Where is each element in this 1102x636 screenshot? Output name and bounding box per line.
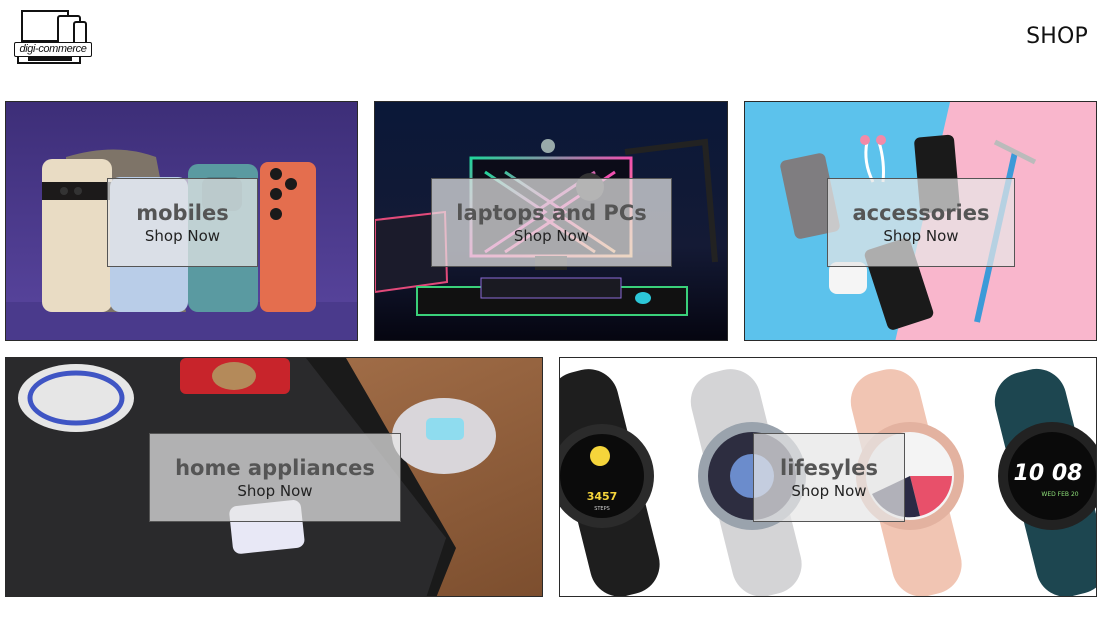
svg-text:STEPS: STEPS (594, 506, 610, 512)
shop-now-link[interactable]: Shop Now (237, 482, 312, 500)
category-card-home-appliances[interactable]: home appliances Shop Now (5, 357, 543, 597)
category-overlay[interactable]: home appliances Shop Now (149, 433, 401, 522)
watch-time-readout: 10 08 (1014, 461, 1083, 486)
category-card-lifestyles[interactable]: 3457 STEPS 10 08 WED FEB 20 lifesyles Sh… (559, 357, 1097, 597)
shop-now-link[interactable]: Shop Now (514, 227, 589, 245)
category-title: accessories (852, 201, 990, 225)
category-title: laptops and PCs (456, 201, 647, 225)
site-logo[interactable]: digi-commerce (12, 8, 94, 66)
category-overlay[interactable]: lifesyles Shop Now (753, 433, 905, 522)
category-title: mobiles (136, 201, 229, 225)
category-title: lifesyles (780, 456, 878, 480)
nav-shop-link[interactable]: SHOP (1026, 24, 1088, 49)
category-card-laptops[interactable]: laptops and PCs Shop Now (374, 101, 728, 341)
shop-now-link[interactable]: Shop Now (883, 227, 958, 245)
svg-text:3457: 3457 (587, 490, 618, 503)
shop-now-link[interactable]: Shop Now (791, 482, 866, 500)
site-header: digi-commerce SHOP (0, 0, 1102, 90)
category-card-mobiles[interactable]: mobiles Shop Now (5, 101, 358, 341)
category-overlay[interactable]: mobiles Shop Now (107, 178, 258, 267)
shop-now-link[interactable]: Shop Now (145, 227, 220, 245)
category-card-accessories[interactable]: accessories Shop Now (744, 101, 1097, 341)
category-overlay[interactable]: accessories Shop Now (827, 178, 1015, 267)
devices-logo-icon (17, 10, 87, 64)
watch-date-readout: WED FEB 20 (1041, 491, 1078, 498)
category-overlay[interactable]: laptops and PCs Shop Now (431, 178, 672, 267)
logo-wordmark: digi-commerce (14, 42, 92, 57)
category-title: home appliances (175, 456, 375, 480)
